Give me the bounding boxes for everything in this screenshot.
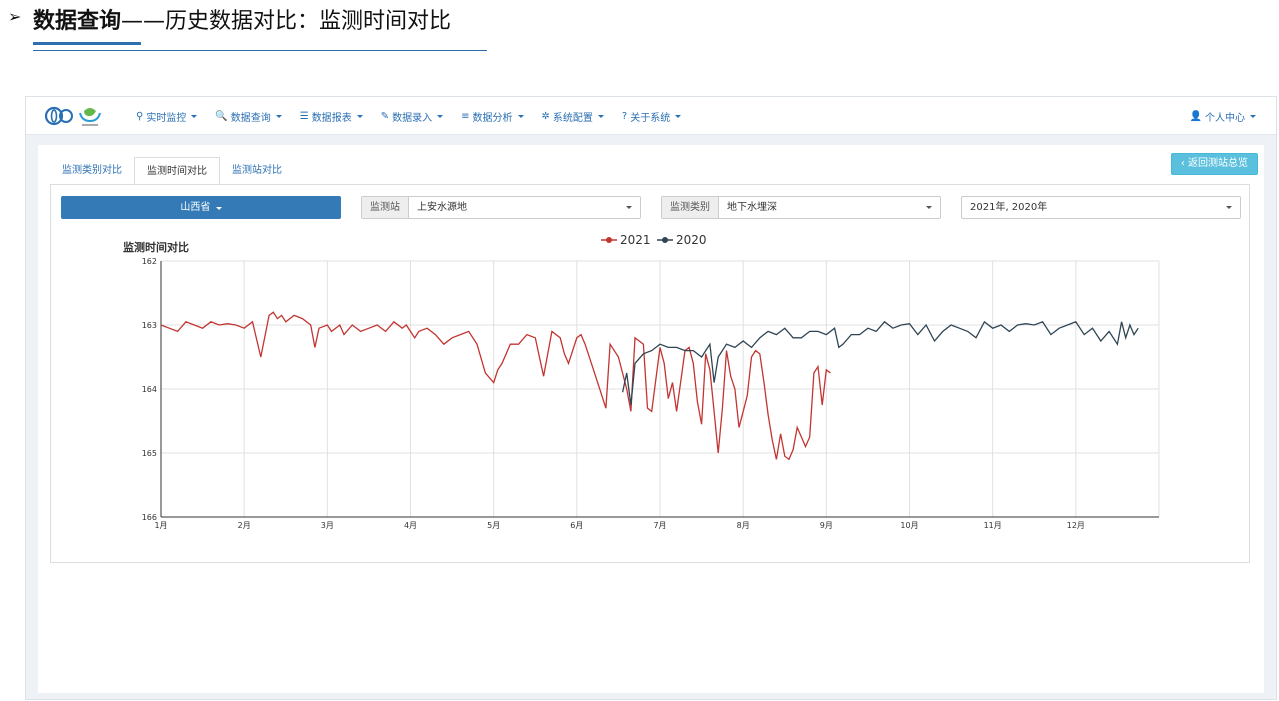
x-tick-label: 5月 <box>487 521 500 530</box>
x-tick-label: 7月 <box>653 521 666 530</box>
slide-title-rest: ——历史数据对比：监测时间对比 <box>121 9 452 34</box>
x-tick-label: 8月 <box>737 521 750 530</box>
app-window: ⚲ 实时监控 🔍 数据查询 ☰ 数据报表 ✎ 数据录入 ≡ 数据分析 ✲ 系统配置? 关于系统 👤 个人… <box>25 96 1277 700</box>
chart-title: 监测时间对比 <box>123 241 189 254</box>
caret-down-icon <box>437 114 444 118</box>
legend-marker-2020 <box>662 237 668 243</box>
series-line-2020 <box>621 320 1139 406</box>
caret-down-icon <box>517 114 524 118</box>
caret-down-icon <box>926 206 932 209</box>
x-tick-label: 2月 <box>238 521 251 530</box>
nav-item-4[interactable]: ≡ 数据分析 <box>461 109 524 124</box>
nav-item-5[interactable]: ✲ 系统配置 <box>542 109 604 124</box>
y-tick-label: 163 <box>142 321 157 330</box>
slide-title-bold: 数据查询 <box>33 9 122 34</box>
nav-item-label: 数据查询 <box>230 112 271 124</box>
user-center-menu[interactable]: 👤 个人中心 <box>1190 109 1256 124</box>
y-tick-label: 164 <box>142 385 157 394</box>
tasks-icon: ≡ <box>461 110 470 122</box>
caret-down-icon <box>626 206 632 209</box>
province-label: 山西省 <box>180 202 211 213</box>
user-icon: 👤 <box>1189 111 1202 122</box>
chevron-left-icon: ‹ <box>1180 158 1185 169</box>
app-logo[interactable] <box>44 103 104 129</box>
station-select-value[interactable]: 上安水源地 <box>409 197 640 218</box>
nav-item-2[interactable]: ☰ 数据报表 <box>300 109 363 124</box>
x-tick-label: 9月 <box>820 521 833 530</box>
chart-area: 监测时间对比 162 163 164 165 166 1月 2月 3月 4月 5月 6月 7月 8月 9月… <box>51 225 1251 561</box>
tab-2[interactable]: 监测站对比 <box>220 157 294 185</box>
year-select-value[interactable]: 2021年, 2020年 <box>962 197 1240 218</box>
category-select-value[interactable]: 地下水埋深 <box>719 197 940 218</box>
main-panel: 监测类别对比 监测时间对比 监测站对比 ‹ 返回测站总览 山西省 监测站 上安水源地… <box>38 145 1264 693</box>
tab-bar: 监测类别对比 监测时间对比 监测站对比 <box>50 157 294 185</box>
nav-menu: ⚲ 实时监控 🔍 数据查询 ☰ 数据报表 ✎ 数据录入 ≡ 数据分析 ✲ 系统配置? 关于系统 <box>136 97 699 135</box>
search-icon: 🔍 <box>215 110 228 122</box>
legend-marker-2021 <box>606 237 612 243</box>
nav-item-label: 数据录入 <box>392 112 433 124</box>
caret-down-icon <box>597 114 604 118</box>
slide-title: 数据查询——历史数据对比：监测时间对比 <box>33 3 451 35</box>
nav-item-3[interactable]: ✎ 数据录入 <box>380 109 444 124</box>
station-select[interactable]: 监测站 上安水源地 <box>361 196 641 219</box>
x-tick-label: 11月 <box>984 521 1002 530</box>
y-tick-label: 165 <box>142 449 157 458</box>
category-select[interactable]: 监测类别 地下水埋深 <box>661 196 941 219</box>
nav-item-0[interactable]: ⚲ 实时监控 <box>136 109 198 124</box>
x-tick-label: 4月 <box>404 521 417 530</box>
caret-down-icon <box>1250 115 1256 118</box>
x-tick-label: 12月 <box>1067 521 1085 530</box>
edit-icon: ✎ <box>380 110 390 122</box>
caret-down-icon <box>215 207 222 210</box>
station-value-text: 上安水源地 <box>417 202 467 213</box>
legend-label: 2020 <box>676 233 707 247</box>
nav-item-label: 实时监控 <box>146 112 187 124</box>
nav-item-6[interactable]: ? 关于系统 <box>621 109 682 124</box>
map-marker-icon: ⚲ <box>136 110 144 122</box>
cog-icon: ✲ <box>541 110 550 122</box>
year-value-text: 2021年, 2020年 <box>970 202 1048 213</box>
year-select[interactable]: 2021年, 2020年 <box>961 196 1241 219</box>
x-tick-label: 1月 <box>154 521 167 530</box>
x-tick-label: 6月 <box>570 521 583 530</box>
tab-0[interactable]: 监测类别对比 <box>50 157 134 185</box>
caret-down-icon <box>675 114 682 118</box>
series-line-2021 <box>160 311 831 461</box>
line-chart: 1621631641651661月 2月 3月 4月 5月 6月 7月 8月 9月 10月 11月 1… <box>142 233 1160 530</box>
category-value-text: 地下水埋深 <box>727 202 777 213</box>
x-tick-label: 3月 <box>321 521 334 530</box>
province-dropdown[interactable]: 山西省 <box>61 196 341 219</box>
list-icon: ☰ <box>299 110 309 122</box>
tab-1[interactable]: 监测时间对比 <box>134 157 220 185</box>
caret-down-icon <box>356 114 363 118</box>
nav-item-label: 系统配置 <box>552 112 593 124</box>
nav-item-1[interactable]: 🔍 数据查询 <box>215 109 282 124</box>
title-underline <box>33 50 487 51</box>
station-select-label: 监测站 <box>362 197 409 218</box>
nav-item-label: 数据分析 <box>472 112 513 124</box>
top-navbar: ⚲ 实时监控 🔍 数据查询 ☰ 数据报表 ✎ 数据录入 ≡ 数据分析 ✲ 系统配置? 关于系统 👤 个人… <box>26 97 1276 135</box>
question-circle-icon: ? <box>621 110 628 122</box>
caret-down-icon <box>275 114 282 118</box>
caret-down-icon <box>191 114 198 118</box>
y-tick-label: 162 <box>142 257 157 266</box>
nav-item-label: 数据报表 <box>311 112 352 124</box>
title-accent-rule <box>33 42 141 45</box>
user-center-label: 个人中心 <box>1205 113 1245 124</box>
comparison-content: 山西省 监测站 上安水源地 监测类别 地下水埋深 2021年, 2020年 监测… <box>50 185 1250 563</box>
back-to-overview-button[interactable]: ‹ 返回测站总览 <box>1170 153 1258 175</box>
bullet-arrow-icon: ➢ <box>8 7 22 26</box>
category-select-label: 监测类别 <box>662 197 719 218</box>
nav-item-label: 关于系统 <box>630 112 671 124</box>
legend-label: 2021 <box>620 233 651 247</box>
x-tick-label: 10月 <box>900 521 918 530</box>
slide-header: ➢ 数据查询——历史数据对比：监测时间对比 <box>0 0 1279 60</box>
caret-down-icon <box>1226 206 1232 209</box>
back-button-label: 返回测站总览 <box>1188 158 1248 169</box>
